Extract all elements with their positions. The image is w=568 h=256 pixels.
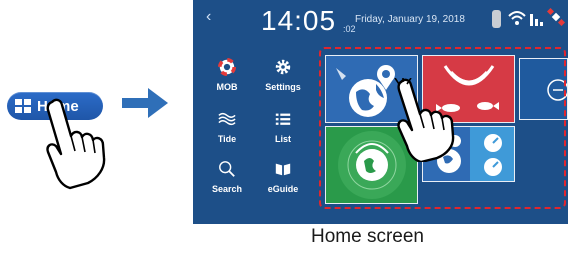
book-icon bbox=[275, 163, 291, 176]
date-text: Friday, January 19, 2018 bbox=[355, 14, 465, 25]
status-bar: ‹ 14:05 :02 Friday, January 19, 2018 bbox=[193, 0, 568, 40]
figure-caption: Home screen bbox=[311, 226, 424, 247]
clock-time: 14:05 bbox=[261, 5, 337, 36]
menu-item-label: Search bbox=[211, 184, 243, 194]
menu-item-label: eGuide bbox=[267, 184, 299, 194]
menu-item-settings[interactable]: Settings bbox=[253, 58, 313, 104]
menu-item-label: List bbox=[274, 134, 291, 144]
back-chevron-icon[interactable]: ‹ bbox=[206, 8, 211, 26]
menu-item-label: Settings bbox=[265, 82, 301, 92]
grid-icon bbox=[15, 99, 31, 113]
menu-item-list[interactable]: List bbox=[253, 110, 313, 156]
tapping-hand-icon bbox=[46, 98, 106, 190]
lifebuoy-icon bbox=[218, 58, 236, 76]
satellite-icon bbox=[547, 8, 565, 26]
waves-icon bbox=[218, 112, 236, 126]
gear-icon bbox=[275, 59, 291, 75]
arrow-right-icon bbox=[122, 88, 168, 118]
signal-strength-icon bbox=[530, 14, 543, 26]
list-icon bbox=[275, 113, 291, 125]
tapping-hand-icon bbox=[394, 78, 455, 162]
menu-item-label: Tide bbox=[217, 134, 237, 144]
menu-item-search[interactable]: Search bbox=[197, 160, 257, 206]
menu-item-label: MOB bbox=[216, 82, 238, 92]
menu-item-eguide[interactable]: eGuide bbox=[253, 160, 313, 206]
magnifier-icon bbox=[219, 161, 235, 177]
menu-item-tide[interactable]: Tide bbox=[197, 110, 257, 156]
battery-icon bbox=[492, 10, 501, 28]
clock-seconds: :02 bbox=[343, 24, 356, 34]
wifi-icon bbox=[508, 11, 526, 25]
menu-item-mob[interactable]: MOB bbox=[197, 58, 257, 104]
